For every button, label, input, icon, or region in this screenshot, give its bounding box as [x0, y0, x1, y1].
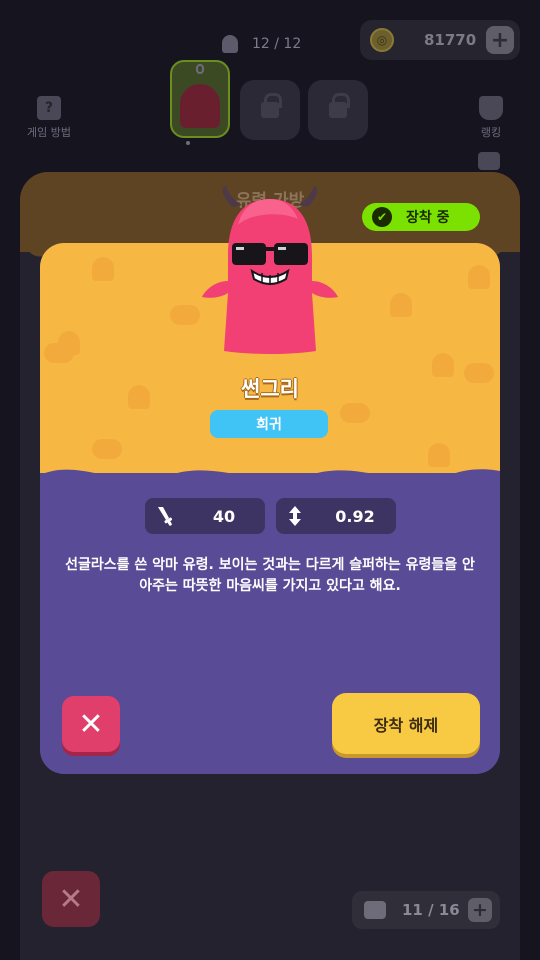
key-icon: [196, 64, 204, 74]
pattern-ghost-icon: [170, 305, 200, 325]
sword-icon: [145, 506, 183, 526]
equipped-ghost-thumbnail: [180, 84, 220, 128]
how-to-play-label: 게임 방법: [27, 126, 71, 139]
bag-capacity-text: 11 / 16: [402, 901, 460, 919]
equipped-status-badge: ✔ 장착 중: [362, 203, 480, 231]
coin-counter: ◎ 81770 +: [360, 20, 520, 60]
trophy-icon: [479, 96, 503, 120]
equipped-status-label: 장착 중: [406, 210, 450, 226]
rarity-badge: 희귀: [210, 410, 328, 438]
how-to-play-button[interactable]: ? 게임 방법: [14, 96, 84, 140]
expand-bag-button[interactable]: +: [468, 898, 492, 922]
pattern-ghost-icon: [92, 439, 122, 459]
ghost-name: 썬그리: [241, 377, 299, 401]
range-stat: 0.92: [276, 498, 396, 534]
slot-indicator-dot: [186, 141, 190, 145]
lock-icon: [329, 93, 350, 118]
ranking-button[interactable]: 랭킹: [456, 96, 526, 140]
ghost-slot-2-locked[interactable]: [240, 80, 300, 140]
sunglasses-devil-ghost-icon: [202, 185, 338, 354]
range-value: 0.92: [335, 506, 375, 526]
coin-amount: 81770: [424, 31, 477, 49]
attack-value: 40: [212, 506, 236, 526]
ghost-slot-3-locked[interactable]: [308, 80, 368, 140]
pattern-ghost-icon: [468, 265, 490, 289]
range-arrow-icon: [276, 506, 314, 526]
ghost-icon: [222, 35, 238, 53]
bag-close-button[interactable]: ✕: [42, 871, 100, 927]
close-detail-button[interactable]: ✕: [62, 696, 120, 752]
ghost-count-text: 12 / 12: [252, 36, 302, 52]
pattern-ghost-icon: [340, 403, 370, 423]
backpack-icon: [364, 901, 386, 919]
pattern-ghost-icon: [92, 257, 114, 281]
attack-stat: 40: [145, 498, 265, 534]
coin-icon: ◎: [370, 28, 394, 52]
ghost-counter: 12 / 12: [222, 32, 322, 56]
pattern-ghost-icon: [390, 293, 412, 317]
check-icon: ✔: [372, 207, 392, 227]
ghost-description: 선글라스를 쓴 악마 유령. 보이는 것과는 다르게 슬퍼하는 유령들을 안아주…: [65, 557, 475, 594]
wave-divider: [40, 469, 500, 497]
unequip-button[interactable]: 장착 해제: [332, 693, 480, 754]
bag-capacity: 11 / 16 +: [352, 891, 500, 929]
add-coins-button[interactable]: +: [486, 26, 514, 54]
help-icon: ?: [37, 96, 61, 120]
lock-icon: [261, 93, 282, 118]
pattern-ghost-icon: [44, 343, 74, 363]
ranking-label: 랭킹: [480, 126, 502, 139]
shop-bag-icon[interactable]: [478, 152, 500, 170]
